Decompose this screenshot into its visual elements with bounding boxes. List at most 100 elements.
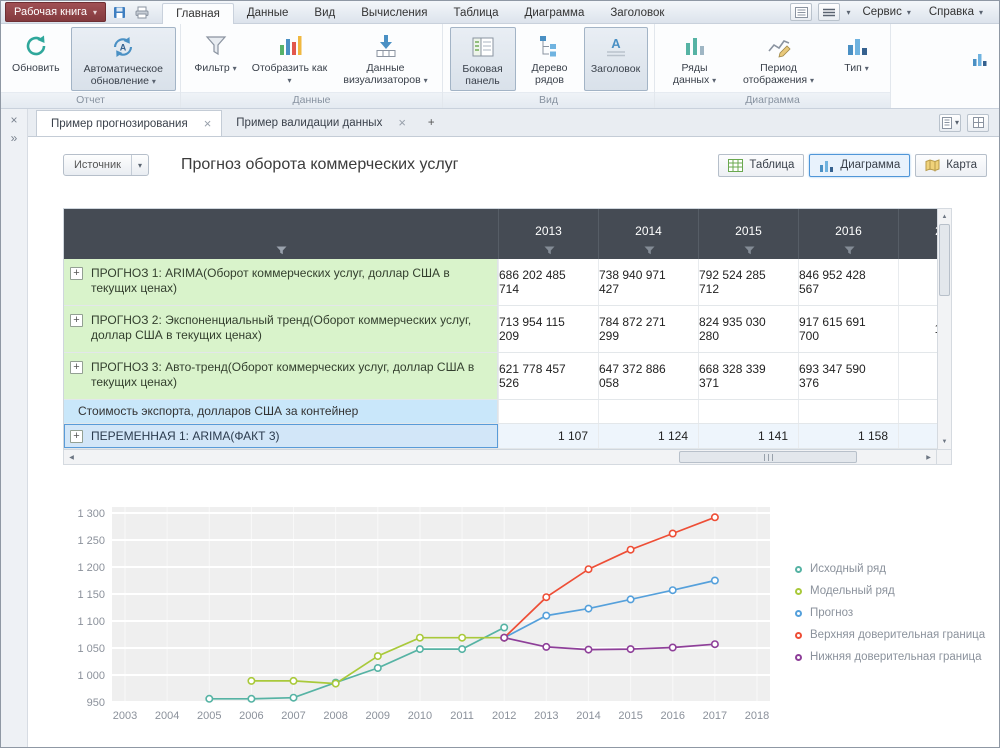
close-tab-icon[interactable]: × (204, 118, 212, 130)
dropdown-arrow-icon[interactable]: ▾ (846, 8, 850, 17)
table-cell[interactable] (498, 400, 598, 423)
ribbon-tab[interactable]: Данные (234, 3, 302, 24)
legend-item[interactable]: Исходный ряд (795, 563, 985, 575)
table-cell[interactable] (698, 400, 798, 423)
table-cell[interactable]: 693 347 590 376 (798, 353, 898, 399)
new-tab-button[interactable]: + (416, 110, 447, 136)
scroll-up-icon[interactable]: ▲ (938, 209, 951, 224)
scroll-right-icon[interactable]: ▶ (921, 450, 936, 464)
doc-tab-forecast[interactable]: Пример прогнозирования × (36, 110, 222, 136)
ribbon-tab[interactable]: Заголовок (597, 3, 677, 24)
display-as-button[interactable]: Отобразить как ▾ (248, 27, 332, 91)
table-row[interactable]: Стоимость экспорта, долларов США за конт… (64, 400, 937, 424)
table-cell[interactable]: 902 225 (898, 259, 937, 305)
table-cell[interactable]: 686 202 485 714 (498, 259, 598, 305)
filter-button[interactable]: Фильтр ▾ (188, 27, 244, 91)
scrollbar-thumb[interactable] (679, 451, 857, 463)
expand-icon[interactable]: + (70, 430, 83, 443)
row-label[interactable]: +ПРОГНОЗ 1: ARIMA(Оборот коммерческих ус… (64, 259, 498, 305)
table-cell[interactable]: 738 940 971 427 (598, 259, 698, 305)
window-menu-icon[interactable] (818, 3, 840, 21)
row-label[interactable]: +ПРОГНОЗ 2: Экспоненциальный тренд(Оборо… (64, 306, 498, 352)
table-cell[interactable]: 784 872 271 299 (598, 306, 698, 352)
legend-item[interactable]: Модельный ряд (795, 585, 985, 597)
legend-item[interactable]: Верхняя доверительная граница (795, 629, 985, 641)
series-tree-button[interactable]: Дерево рядов (520, 27, 580, 91)
print-icon[interactable] (132, 2, 152, 22)
scroll-down-icon[interactable]: ▼ (938, 434, 951, 449)
ribbon-tab[interactable]: Главная (162, 3, 234, 25)
column-header[interactable]: 2017 (898, 209, 937, 259)
column-header[interactable]: 2016 (798, 209, 898, 259)
table-cell[interactable]: 714 494 (898, 353, 937, 399)
window-list-icon[interactable] (790, 3, 812, 21)
overflow-chart-icon[interactable] (971, 50, 989, 71)
table-cell[interactable]: 1 141 (698, 424, 798, 448)
legend-item[interactable]: Нижняя доверительная граница (795, 651, 985, 663)
scroll-left-icon[interactable]: ◀ (64, 450, 79, 464)
auto-refresh-icon: A (110, 33, 136, 60)
column-header[interactable]: 2015 (698, 209, 798, 259)
ribbon-tab[interactable]: Таблица (440, 3, 511, 24)
table-cell[interactable]: 1 107 (498, 424, 598, 448)
column-header[interactable]: 2013 (498, 209, 598, 259)
table-cell[interactable]: 846 952 428 567 (798, 259, 898, 305)
row-header-column[interactable] (64, 209, 498, 259)
table-cell[interactable] (898, 424, 937, 448)
table-cell[interactable]: 917 615 691 700 (798, 306, 898, 352)
row-label[interactable]: Стоимость экспорта, долларов США за конт… (64, 400, 498, 423)
auto-refresh-button[interactable]: A Автоматическое обновление ▾ (71, 27, 176, 91)
close-tab-icon[interactable]: × (398, 117, 406, 129)
table-cell[interactable]: 792 524 285 712 (698, 259, 798, 305)
source-button[interactable]: Источник ▾ (63, 154, 149, 176)
table-cell[interactable]: 1 006 383 (898, 306, 937, 352)
report-layout-icon[interactable]: ▾ (939, 114, 961, 132)
horizontal-scrollbar[interactable]: ◀ ▶ (63, 450, 937, 465)
table-cell[interactable] (798, 400, 898, 423)
table-cell[interactable]: 621 778 457 526 (498, 353, 598, 399)
ribbon-tab[interactable]: Вычисления (348, 3, 440, 24)
grid-view-icon[interactable] (967, 114, 989, 132)
help-menu[interactable]: Справка ▾ (923, 6, 989, 18)
table-row[interactable]: +ПРОГНОЗ 2: Экспоненциальный тренд(Оборо… (64, 306, 937, 353)
vertical-scrollbar[interactable]: ▲ ▼ (937, 208, 952, 450)
table-cell[interactable]: 1 124 (598, 424, 698, 448)
table-cell[interactable] (598, 400, 698, 423)
table-cell[interactable]: 647 372 886 058 (598, 353, 698, 399)
workbook-menu-button[interactable]: Рабочая книга ▾ (5, 2, 106, 22)
chart-type-button[interactable]: Тип ▾ (831, 27, 883, 91)
close-panel-icon[interactable]: × (10, 113, 17, 127)
row-label[interactable]: +ПЕРЕМЕННАЯ 1: ARIMA(ФАКТ 3) (64, 424, 498, 448)
refresh-button[interactable]: Обновить (5, 27, 67, 91)
title-toggle-button[interactable]: A Заголовок (584, 27, 648, 91)
data-series-button[interactable]: Ряды данных ▾ (663, 27, 727, 91)
table-row[interactable]: +ПРОГНОЗ 1: ARIMA(Оборот коммерческих ус… (64, 259, 937, 306)
ribbon-tab[interactable]: Диаграмма (512, 3, 598, 24)
table-row[interactable]: +ПРОГНОЗ 3: Авто-тренд(Оборот коммерческ… (64, 353, 937, 400)
expand-panel-icon[interactable]: » (11, 131, 18, 145)
map-view-button[interactable]: Карта (915, 154, 987, 177)
ribbon-tab[interactable]: Вид (301, 3, 348, 24)
expand-icon[interactable]: + (70, 267, 83, 280)
table-cell[interactable]: 668 328 339 371 (698, 353, 798, 399)
table-view-button[interactable]: Таблица (718, 154, 804, 177)
legend-item[interactable]: Прогноз (795, 607, 985, 619)
service-menu[interactable]: Сервис ▾ (856, 6, 916, 18)
scrollbar-thumb[interactable] (939, 224, 950, 296)
table-cell[interactable]: 1 158 (798, 424, 898, 448)
column-header[interactable]: 2014 (598, 209, 698, 259)
expand-icon[interactable]: + (70, 361, 83, 374)
table-cell[interactable]: 824 935 030 280 (698, 306, 798, 352)
data-point (501, 624, 507, 630)
expand-icon[interactable]: + (70, 314, 83, 327)
table-cell[interactable] (898, 400, 937, 423)
save-icon[interactable] (109, 2, 129, 22)
row-label[interactable]: +ПРОГНОЗ 3: Авто-тренд(Оборот коммерческ… (64, 353, 498, 399)
visualizer-data-button[interactable]: Данные визуализаторов ▾ (336, 27, 436, 91)
table-row[interactable]: +ПЕРЕМЕННАЯ 1: ARIMA(ФАКТ 3)1 1071 1241 … (64, 424, 937, 449)
doc-tab-validation[interactable]: Пример валидации данных × (222, 110, 416, 136)
display-period-button[interactable]: Период отображения ▾ (731, 27, 827, 91)
side-panel-button[interactable]: Боковая панель (450, 27, 516, 91)
chart-view-button[interactable]: Диаграмма (809, 154, 910, 177)
table-cell[interactable]: 713 954 115 209 (498, 306, 598, 352)
